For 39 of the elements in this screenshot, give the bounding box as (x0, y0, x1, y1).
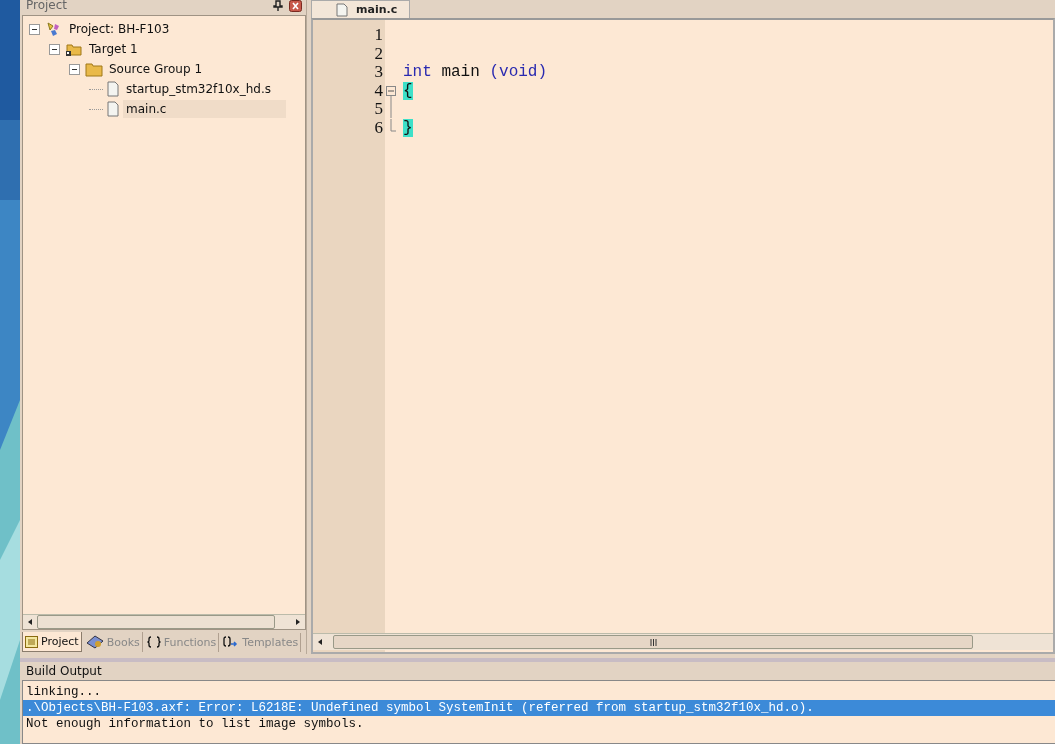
tree-item[interactable]: main.c (123, 100, 287, 118)
file-icon (336, 2, 348, 17)
collapse-toggle[interactable] (29, 23, 40, 35)
panel-tab[interactable]: Project (22, 632, 82, 652)
pin-icon[interactable] (273, 0, 283, 11)
collapse-toggle[interactable] (69, 63, 80, 75)
line-number: 3 (373, 62, 383, 83)
panel-title: Project (26, 0, 68, 11)
code-keyword: int (403, 63, 432, 82)
close-icon[interactable] (289, 0, 302, 12)
code-keyword: (void) (489, 63, 548, 82)
file-tab[interactable]: main.c (311, 0, 411, 18)
tree-item[interactable]: startup_stm32f10x_hd.s (123, 80, 274, 98)
line-number: 2 (373, 43, 383, 64)
horizontal-scrollbar[interactable] (23, 614, 305, 629)
line-number: 6 (373, 117, 383, 138)
line-number: 5 (373, 99, 383, 120)
line-number: 1 (373, 25, 383, 46)
template-icon (223, 636, 240, 648)
list-icon (25, 635, 38, 648)
collapse-toggle[interactable] (49, 43, 60, 55)
code-text: main (440, 63, 481, 82)
tree-item[interactable]: Project: BH-F103 (66, 20, 173, 38)
output-line[interactable]: linking... (23, 684, 1055, 700)
line-number: 4 (373, 80, 383, 101)
folder-icon (85, 61, 103, 77)
grip-icon (649, 638, 657, 646)
matched-brace: { (403, 81, 413, 100)
tree-item[interactable]: Target 1 (86, 40, 141, 58)
folder-icon (65, 41, 83, 57)
file-icon (106, 81, 120, 97)
matched-brace: } (403, 118, 413, 137)
book-icon (85, 635, 104, 649)
tree-item[interactable]: Source Group 1 (106, 60, 205, 78)
braces-icon (146, 636, 161, 648)
panel-title: Build Output (26, 664, 102, 678)
file-icon (106, 101, 120, 117)
horizontal-scrollbar[interactable] (313, 633, 1053, 650)
output-line[interactable]: Not enough information to list image symbols. (23, 716, 1055, 732)
